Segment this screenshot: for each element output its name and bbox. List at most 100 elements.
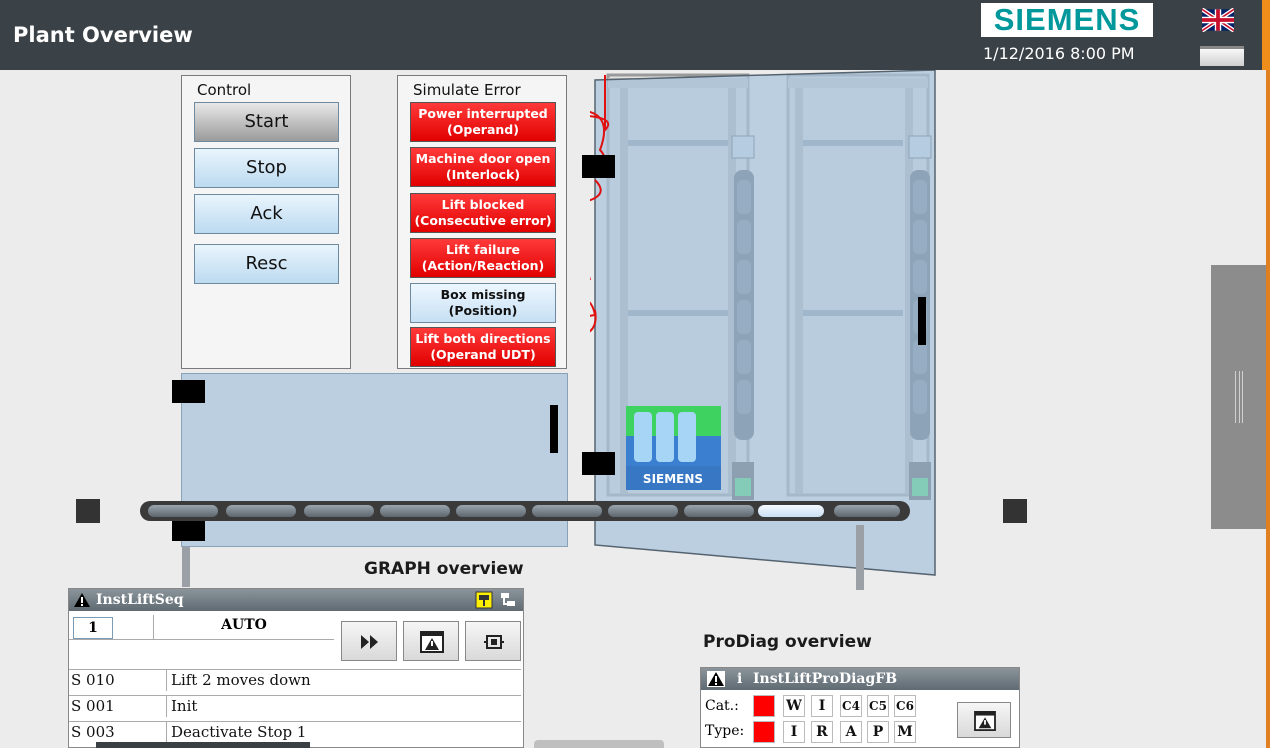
simulate-error-title: Simulate Error [413,81,521,99]
sensor-marker [550,405,558,453]
btn-line2: (Operand) [447,122,519,137]
btn-line1: Power interrupted [418,106,548,121]
cat-label: Cat.: [705,698,739,714]
bottom-tab[interactable] [534,740,664,748]
cat-c6-cell[interactable]: C6 [894,695,916,717]
conveyor-segment [834,505,900,517]
machine-door-open-button[interactable]: Machine door open (Interlock) [410,147,556,187]
faceplate-divider [69,639,334,640]
pin-icon[interactable] [475,591,493,609]
start-button[interactable]: Start [194,102,339,142]
step-number-field[interactable]: 1 [73,617,113,639]
btn-line1: Lift blocked [441,197,525,212]
graph-faceplate-header: InstLiftSeq [69,589,523,611]
stop-button[interactable]: Stop [194,148,339,188]
grip-lines [1235,371,1243,423]
step-text: Lift 2 moves down [166,670,311,691]
step-row[interactable]: S 010 Lift 2 moves down [69,669,521,691]
conveyor-segment [456,505,526,517]
conveyor-post [182,547,190,587]
brand-logo: SIEMENS [981,3,1153,37]
sensor-marker [582,452,615,475]
warning-icon [707,671,725,687]
conveyor-end-marker [76,499,100,523]
prodiag-alarm-button[interactable] [957,702,1011,738]
btn-line1: Lift both directions [415,331,551,346]
page-title: Plant Overview [13,23,193,47]
conveyor-segment [380,505,450,517]
prodiag-faceplate[interactable]: i InstLiftProDiagFB Cat.: Type: E W I C4… [700,667,1020,748]
sensor-marker [172,380,205,403]
sensor-marker [918,297,926,345]
box-siemens-label: SIEMENS [643,472,703,486]
step-text: Deactivate Stop 1 [166,722,306,743]
btn-line1: Box missing [440,287,526,302]
step-num: S 001 [71,697,115,715]
alarm-window-icon [420,631,444,653]
btn-line2: (Action/Reaction) [421,258,545,273]
box-missing-button[interactable]: Box missing (Position) [410,283,556,323]
resc-button[interactable]: Resc [194,244,339,284]
mode-display: AUTO [221,617,267,633]
side-panel-handle[interactable] [1211,265,1266,529]
step-detail-icon [484,635,504,649]
simulate-error-panel: Simulate Error Power interrupted (Operan… [397,75,567,369]
uk-flag-icon [1202,8,1234,32]
step-num: S 003 [71,723,115,741]
step-num: S 010 [71,671,115,689]
step-detail-button[interactable] [465,621,521,661]
step-row[interactable]: S 001 Init [69,695,521,717]
ack-button[interactable]: Ack [194,194,339,234]
power-interrupted-button[interactable]: Power interrupted (Operand) [410,102,556,142]
alarm-window-icon [974,711,996,731]
fast-forward-icon [361,635,378,649]
scrollbar-thumb[interactable] [96,742,310,748]
cat-error-cell[interactable]: E [753,695,775,717]
right-edge-accent [1266,70,1270,748]
sensor-marker [172,518,205,541]
type-message-cell[interactable]: M [894,721,916,743]
btn-line1: Lift failure [446,242,520,257]
btn-line2: (Operand UDT) [430,347,536,362]
info-icon: i [737,671,743,687]
cat-c4-cell[interactable]: C4 [840,695,862,717]
prodiag-header: i InstLiftProDiagFB [701,668,1019,690]
header-bar: Plant Overview SIEMENS 1/12/2016 8:00 PM [0,0,1270,70]
btn-line2: (Interlock) [445,167,521,182]
prodiag-name: InstLiftProDiagFB [753,671,898,687]
alarm-view-button[interactable] [403,621,459,661]
type-position-cell[interactable]: P [867,721,889,743]
control-panel: Control Start Stop Ack Resc [181,75,351,369]
lift-both-directions-button[interactable]: Lift both directions (Operand UDT) [410,327,556,367]
header-accent [1262,0,1270,70]
type-operand-cell[interactable]: O [753,721,775,743]
type-action-cell[interactable]: A [840,721,862,743]
type-interlock-cell[interactable]: I [783,721,805,743]
language-button[interactable] [1198,6,1246,66]
sensor-marker [582,155,615,178]
conveyor-segment [304,505,374,517]
conveyor-segment [532,505,602,517]
cat-c5-cell[interactable]: C5 [867,695,889,717]
step-row[interactable]: S 003 Deactivate Stop 1 [69,721,521,743]
graph-faceplate[interactable]: InstLiftSeq 1 AUTO S 010 Lift 2 moves do… [68,588,524,748]
faceplate-divider [153,615,154,639]
tree-icon[interactable] [499,591,517,609]
type-reaction-cell[interactable]: R [811,721,833,743]
conveyor-segment [226,505,296,517]
warning-icon [74,593,90,607]
graph-faceplate-name: InstLiftSeq [96,592,184,608]
btn-line2: (Position) [448,303,518,318]
cat-warning-cell[interactable]: W [783,695,805,717]
conveyor-segment [608,505,678,517]
conveyor-belt [140,501,910,521]
graph-overview-label: GRAPH overview [364,559,524,579]
control-title: Control [197,81,252,99]
lift-failure-button[interactable]: Lift failure (Action/Reaction) [410,238,556,278]
lift-blocked-button[interactable]: Lift blocked (Consecutive error) [410,193,556,233]
cat-info-cell[interactable]: I [811,695,833,717]
fast-forward-button[interactable] [341,621,397,661]
conveyor-end-marker [1003,499,1027,523]
datetime-display: 1/12/2016 8:00 PM [983,44,1135,63]
language-button-bar [1200,46,1244,66]
